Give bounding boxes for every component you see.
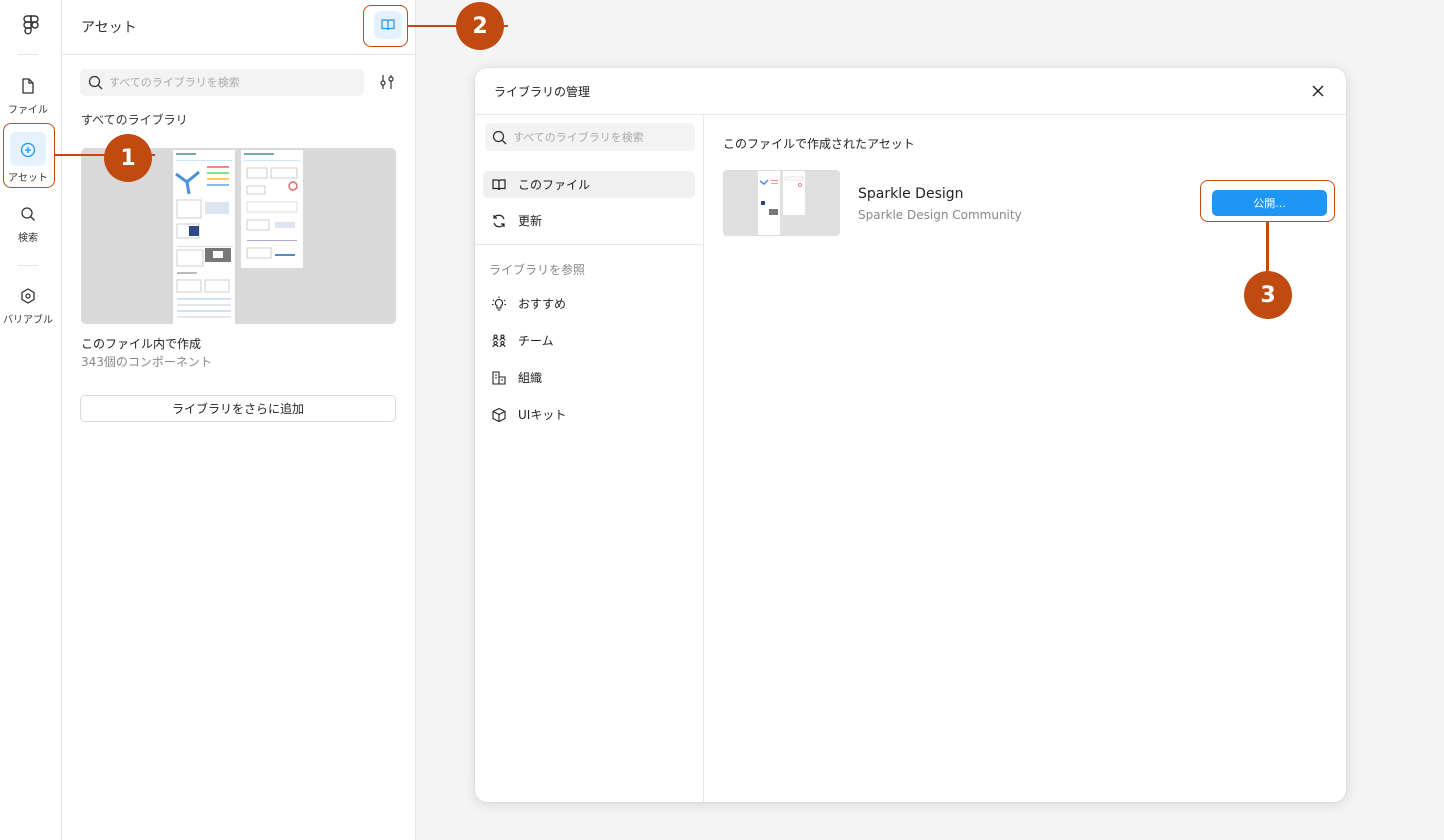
book-icon [492, 178, 506, 190]
sidebar-item-ui-kits[interactable]: UIキット [483, 401, 695, 428]
sidebar-item-team[interactable]: チーム [483, 327, 695, 354]
file-icon [22, 78, 34, 94]
library-name: このファイル内で作成 [81, 337, 202, 351]
modal-search-box[interactable] [485, 123, 695, 151]
lightbulb-icon [492, 296, 506, 311]
organization-icon [492, 370, 506, 385]
search-icon [492, 130, 507, 144]
team-icon [492, 333, 506, 347]
file-preview-image [758, 171, 805, 235]
filter-icon[interactable] [378, 73, 396, 91]
search-icon [88, 75, 103, 90]
thumbnail-page [241, 150, 303, 268]
manage-libraries-modal: ライブラリの管理 このファイル 更新 ライブラリを参照 おすすめ チーム [475, 68, 1346, 802]
thumbnail-page [173, 150, 235, 324]
rail-divider [18, 265, 38, 266]
sidebar-item-recommended[interactable]: おすすめ [483, 290, 695, 317]
refresh-icon [493, 214, 505, 227]
thumbnail-preview-image [244, 153, 300, 259]
annotation-line-3 [1266, 222, 1269, 272]
library-file-name: Sparkle Design [858, 186, 964, 202]
sidebar-item-label: おすすめ [518, 297, 567, 311]
annotation-badge-1: 1 [104, 134, 152, 182]
close-icon [1312, 85, 1324, 97]
library-component-count: 343個のコンポーネント [81, 355, 212, 369]
assets-panel: アセット すべてのライブラリを検索 すべてのライブラリ このファイル内で作成 3… [62, 0, 416, 840]
panel-title: アセット [81, 20, 137, 36]
rail-divider [18, 54, 38, 55]
modal-sidebar: このファイル 更新 ライブラリを参照 おすすめ チーム 組織 UIキット [475, 115, 704, 802]
modal-title: ライブラリの管理 [494, 85, 591, 99]
rail-item-variables[interactable]: バリアブル [0, 287, 56, 326]
close-button[interactable] [1307, 80, 1329, 102]
browse-libraries-heading: ライブラリを参照 [489, 263, 586, 277]
annotation-highlight-3 [1200, 180, 1335, 222]
sidebar-divider [475, 244, 704, 245]
sidebar-item-label: UIキット [518, 408, 567, 422]
sidebar-item-label: チーム [518, 334, 554, 348]
file-thumbnail [723, 170, 840, 236]
modal-search-input[interactable] [513, 130, 693, 144]
figma-logo-icon[interactable] [20, 14, 42, 38]
search-icon [21, 207, 35, 221]
thumbnail-preview-image [175, 153, 233, 318]
assets-created-heading: このファイルで作成されたアセット [723, 137, 915, 151]
sidebar-item-label: このファイル [518, 178, 591, 192]
rail-item-label: ファイル [8, 105, 48, 116]
annotation-highlight-2 [363, 5, 408, 47]
sidebar-item-this-file[interactable]: このファイル [483, 171, 695, 198]
rail-item-label: バリアブル [3, 315, 53, 326]
variables-icon [21, 288, 35, 304]
rail-item-file[interactable]: ファイル [0, 77, 56, 116]
sidebar-item-label: 更新 [518, 214, 543, 228]
annotation-badge-2: 2 [456, 2, 504, 50]
sidebar-item-label: 組織 [518, 371, 543, 385]
library-search-input[interactable] [109, 76, 349, 89]
add-more-libraries-button[interactable]: ライブラリをさらに追加 [80, 395, 396, 422]
sidebar-item-organization[interactable]: 組織 [483, 364, 695, 391]
rail-item-label: 検索 [18, 233, 38, 244]
modal-header: ライブラリの管理 [475, 68, 1346, 115]
library-search-box[interactable] [80, 69, 364, 96]
annotation-badge-3: 3 [1244, 271, 1292, 319]
library-file-subtitle: Sparkle Design Community [858, 208, 1022, 222]
rail-item-search[interactable]: 検索 [0, 205, 56, 244]
box-icon [492, 407, 506, 422]
annotation-highlight-1 [3, 123, 55, 188]
sidebar-item-updates[interactable]: 更新 [483, 207, 695, 234]
section-label: すべてのライブラリ [81, 113, 188, 127]
